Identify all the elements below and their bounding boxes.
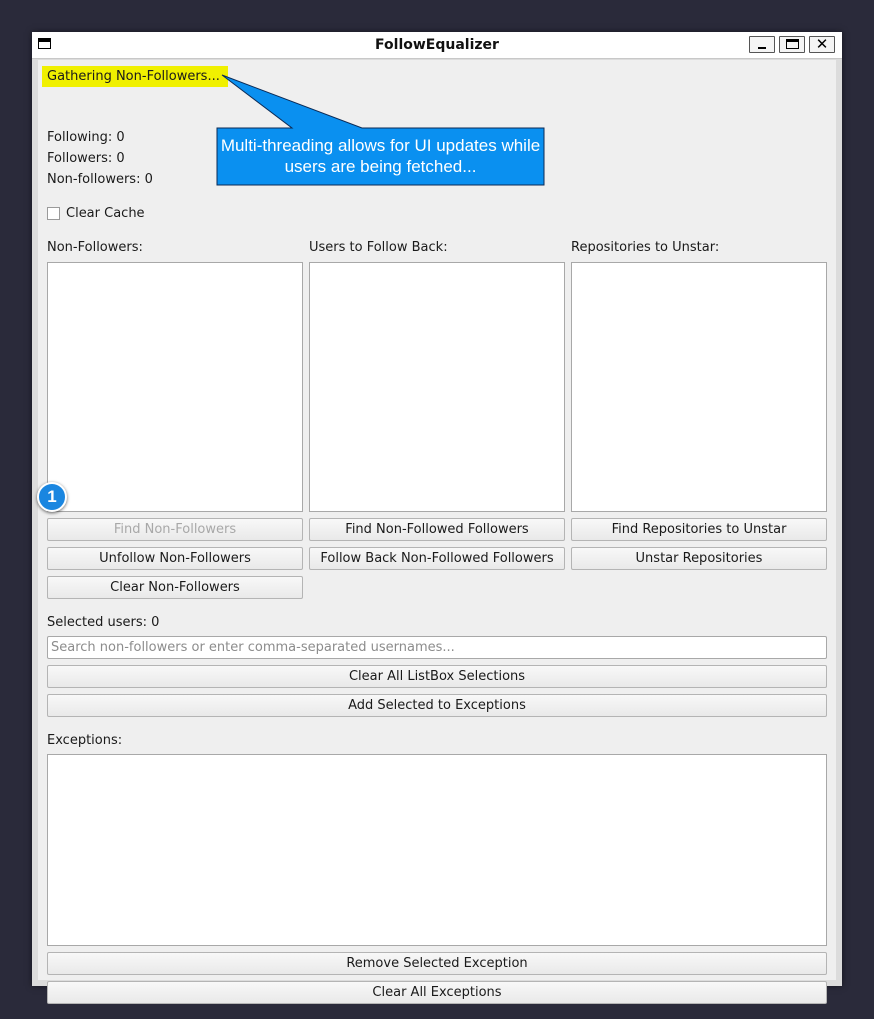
clear-cache-label[interactable]: Clear Cache [66,206,145,221]
unstar-repos-label: Repositories to Unstar: [571,240,720,255]
follow-back-button[interactable]: Follow Back Non-Followed Followers [309,547,565,570]
find-non-followed-followers-button[interactable]: Find Non-Followed Followers [309,518,565,541]
exceptions-label: Exceptions: [47,733,123,748]
clear-listbox-selections-button[interactable]: Clear All ListBox Selections [47,665,827,688]
follow-back-listbox[interactable] [309,262,565,512]
unstar-repos-listbox[interactable] [571,262,827,512]
follow-back-label: Users to Follow Back: [309,240,448,255]
non-followers-label: Non-Followers: [47,240,143,255]
non-followers-count: Non-followers: 0 [47,172,153,187]
clear-non-followers-button[interactable]: Clear Non-Followers [47,576,303,599]
callout-text: Multi-threading allows for UI updates wh… [220,136,541,176]
selected-users-count: Selected users: 0 [47,615,160,630]
unstar-repos-button[interactable]: Unstar Repositories [571,547,827,570]
step-badge: 1 [37,482,67,512]
add-to-exceptions-button[interactable]: Add Selected to Exceptions [47,694,827,717]
window-title: FollowEqualizer [375,37,499,53]
maximize-button[interactable] [779,36,805,53]
title-bar[interactable]: FollowEqualizer ✕ [32,32,842,59]
main-panel: Gathering Non-Followers... Following: 0 … [38,60,836,1004]
find-repos-to-unstar-button[interactable]: Find Repositories to Unstar [571,518,827,541]
close-button[interactable]: ✕ [809,36,835,53]
maximize-icon [786,39,799,49]
search-input[interactable] [47,636,827,659]
minimize-button[interactable] [749,36,775,53]
clear-cache-checkbox[interactable] [47,207,60,220]
status-label: Gathering Non-Followers... [42,66,228,87]
following-count: Following: 0 [47,130,125,145]
exceptions-listbox[interactable] [47,754,827,946]
followers-count: Followers: 0 [47,151,125,166]
close-icon: ✕ [815,35,829,53]
find-non-followers-button[interactable]: Find Non-Followers [47,518,303,541]
unfollow-non-followers-button[interactable]: Unfollow Non-Followers [47,547,303,570]
clear-exceptions-button[interactable]: Clear All Exceptions [47,981,827,1004]
remove-exception-button[interactable]: Remove Selected Exception [47,952,827,975]
non-followers-listbox[interactable] [47,262,303,512]
minimize-icon [758,47,766,49]
